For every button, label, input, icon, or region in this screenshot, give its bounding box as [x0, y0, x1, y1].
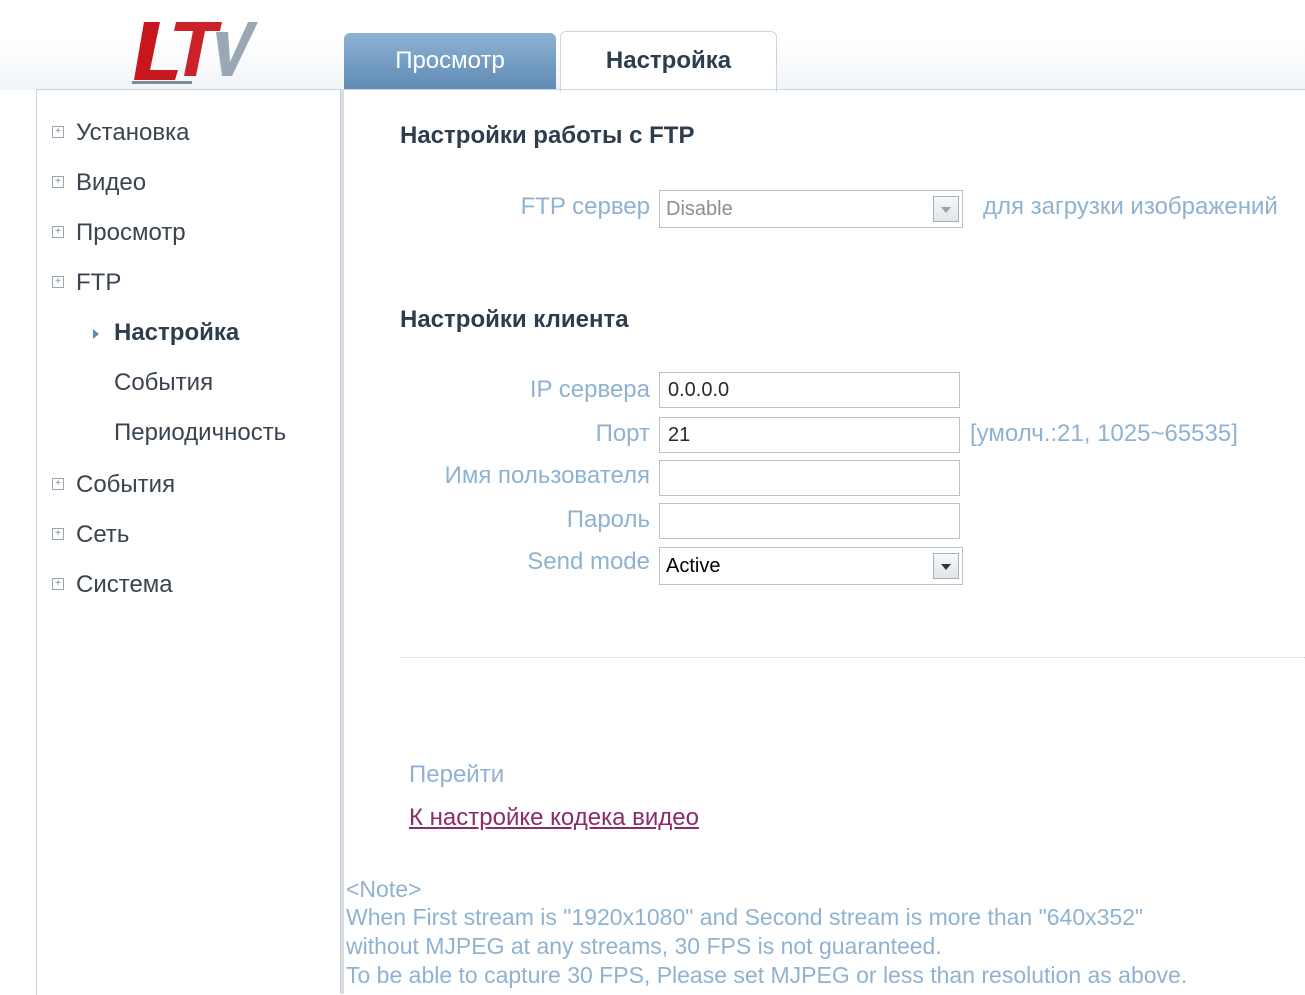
chevron-down-icon	[933, 553, 959, 579]
section-divider	[400, 657, 1305, 658]
password-label: Пароль	[566, 506, 650, 533]
send-mode-label: Send mode	[527, 548, 650, 575]
port-label: Порт	[595, 420, 650, 447]
sidebar-item-events[interactable]: + События	[52, 470, 175, 500]
chevron-down-icon	[933, 196, 959, 222]
sidebar-item-setup[interactable]: + Установка	[52, 118, 189, 148]
sidebar-item-label: Система	[76, 571, 173, 598]
note-line-1: When First stream is "1920x1080" and Sec…	[346, 904, 1144, 930]
send-mode-value: Active	[666, 555, 721, 577]
sidebar-item-ftp[interactable]: + FTP	[52, 268, 121, 298]
content-top-border	[344, 89, 1305, 90]
sidebar-item-label: FTP	[76, 269, 122, 296]
note-line-3: To be able to capture 30 FPS, Please set…	[346, 962, 1188, 988]
sidebar-subitem-settings[interactable]: Настройка	[114, 318, 239, 348]
ftp-server-label: FTP сервер	[520, 193, 650, 220]
sidebar-item-network[interactable]: + Сеть	[52, 520, 129, 550]
ftp-server-hint: для загрузки изображений	[983, 193, 1278, 220]
note-line-2: without MJPEG at any streams, 30 FPS is …	[346, 933, 942, 959]
sidebar-item-label: Сеть	[76, 521, 130, 548]
sidebar-subitem-schedule[interactable]: Периодичность	[114, 418, 286, 448]
sidebar-divider	[340, 89, 344, 994]
username-label: Имя пользователя	[444, 462, 650, 489]
codec-settings-link[interactable]: К настройке кодека видео	[409, 804, 699, 832]
password-input[interactable]	[659, 503, 960, 539]
sidebar-item-system[interactable]: + Система	[52, 570, 173, 600]
sidebar-item-video[interactable]: + Видео	[52, 168, 146, 198]
expand-icon: +	[52, 125, 64, 138]
username-input[interactable]	[659, 460, 960, 496]
ftp-section-title: Настройки работы с FTP	[400, 122, 695, 149]
client-section-title: Настройки клиента	[400, 306, 629, 333]
port-input[interactable]: 21	[659, 417, 960, 453]
expand-icon: +	[52, 175, 64, 188]
ftp-server-select[interactable]: Disable	[659, 190, 963, 228]
tab-settings[interactable]: Настройка	[560, 31, 777, 92]
expand-icon: +	[52, 577, 64, 590]
active-arrow-icon	[93, 329, 99, 339]
expand-icon: +	[52, 225, 64, 238]
expand-icon: +	[52, 477, 64, 490]
sidebar-item-label: Видео	[76, 169, 147, 196]
ip-label: IP сервера	[529, 376, 650, 403]
goto-label: Перейти	[409, 761, 505, 788]
ip-input[interactable]: 0.0.0.0	[659, 372, 960, 408]
expand-icon: +	[52, 527, 64, 540]
note-title: <Note>	[346, 876, 422, 902]
sidebar-item-label: Просмотр	[76, 219, 186, 246]
sidebar-item-label: Установка	[76, 119, 190, 146]
ltv-logo	[132, 22, 258, 84]
sidebar-subitem-events[interactable]: События	[114, 368, 213, 398]
tab-view[interactable]: Просмотр	[344, 33, 556, 89]
expand-icon: +	[52, 275, 64, 288]
send-mode-select[interactable]: Active	[659, 547, 963, 585]
port-hint: [умолч.:21, 1025~65535]	[970, 420, 1238, 447]
sidebar-item-view[interactable]: + Просмотр	[52, 218, 186, 248]
ftp-server-value: Disable	[666, 198, 733, 220]
sidebar-item-label: События	[76, 471, 176, 498]
